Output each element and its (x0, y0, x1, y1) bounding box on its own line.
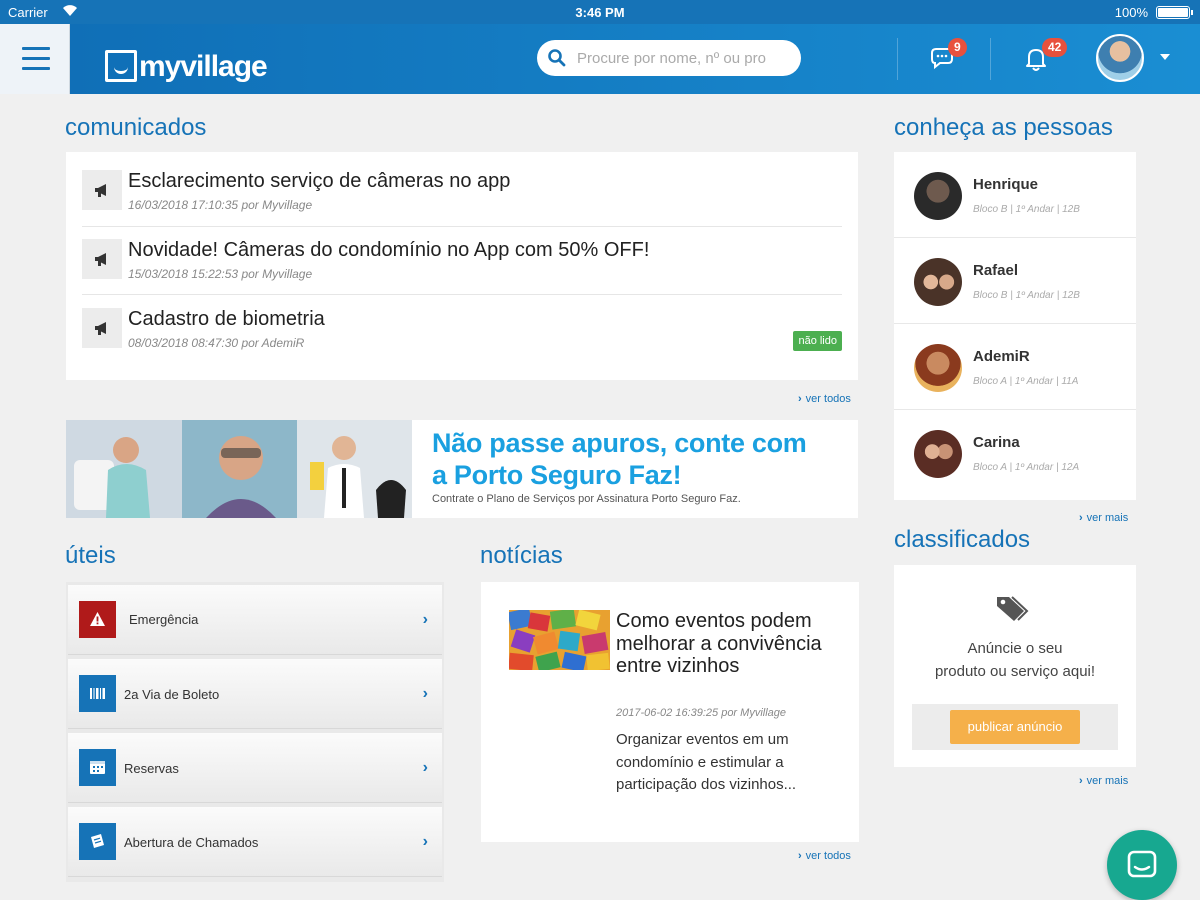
megaphone-icon (82, 308, 122, 348)
messages-badge: 9 (948, 38, 967, 57)
user-avatar[interactable] (1096, 34, 1144, 82)
notifications-button[interactable]: 42 (1022, 38, 1068, 74)
person-name: Rafael (973, 262, 1019, 279)
publish-ad-button[interactable]: publicar anúncio (950, 710, 1080, 744)
chevron-right-icon: › (422, 759, 428, 776)
utility-item-reservas[interactable]: Reservas › (68, 733, 442, 803)
logo-text: myvillage (139, 50, 268, 83)
section-title-classificados: classificados (894, 526, 1031, 553)
unread-badge: não lido (793, 331, 842, 351)
person-avatar (914, 258, 962, 306)
divider (82, 226, 842, 227)
status-bar: Carrier 3:46 PM 100% (0, 0, 1200, 24)
header-divider (990, 38, 991, 80)
clock: 3:46 PM (575, 5, 625, 20)
barcode-icon (79, 675, 116, 712)
person-unit: Bloco B | 1º Andar | 12B (973, 204, 1080, 215)
news-meta: 2017-06-02 16:39:25 por Myvillage (616, 707, 787, 719)
hamburger-menu-button[interactable] (0, 24, 70, 94)
see-more-people-link[interactable]: › ver mais (1079, 512, 1128, 524)
comunicados-card: Esclarecimento serviço de câmeras no app… (66, 152, 858, 380)
person-name: AdemiR (973, 348, 1030, 365)
announcement-meta: 16/03/2018 17:10:35 por Myvillage (128, 198, 313, 212)
logo-mark-icon (105, 50, 137, 82)
utility-item-chamados[interactable]: Abertura de Chamados › (68, 807, 442, 877)
chevron-right-icon: › (422, 833, 428, 850)
utility-label: Reservas (124, 761, 179, 776)
chevron-right-icon: › (422, 611, 428, 628)
classifieds-line1: Anúncie o seu (967, 640, 1063, 657)
person-name: Carina (973, 434, 1020, 451)
app-header: myvillage 9 42 (0, 24, 1200, 94)
news-title[interactable]: Como eventos podem melhorar a convivênci… (616, 610, 836, 678)
see-all-announcements-link[interactable]: › ver todos (798, 393, 851, 405)
utility-item-emergencia[interactable]: Emergência › (68, 585, 442, 655)
announcement-title: Novidade! Câmeras do condomínio no App c… (128, 239, 650, 261)
battery-percent: 100% (1114, 5, 1148, 20)
header-divider (897, 38, 898, 80)
section-title-comunicados: comunicados (65, 114, 207, 141)
section-title-noticias: notícias (480, 542, 563, 569)
person-unit: Bloco A | 1º Andar | 11A (973, 376, 1079, 387)
utility-label: Abertura de Chamados (124, 835, 259, 850)
utility-label: Emergência (129, 612, 199, 627)
person-name: Henrique (973, 176, 1039, 193)
ad-banner[interactable]: Não passe apuros, conte com a Porto Segu… (66, 420, 858, 518)
announcement-title: Cadastro de biometria (128, 308, 325, 330)
utility-label: 2a Via de Boleto (124, 687, 220, 702)
app-logo[interactable]: myvillage (105, 42, 268, 83)
battery-icon (1156, 6, 1193, 19)
person-item[interactable]: AdemiR Bloco A | 1º Andar | 11A (894, 324, 1136, 410)
messages-button[interactable]: 9 (928, 38, 967, 74)
person-avatar (914, 344, 962, 392)
warning-icon (79, 601, 116, 638)
chevron-down-icon[interactable] (1160, 54, 1170, 60)
megaphone-icon (82, 239, 122, 279)
section-title-uteis: úteis (65, 542, 116, 569)
utility-item-boleto[interactable]: 2a Via de Boleto › (68, 659, 442, 729)
classifieds-line2: produto ou serviço aqui! (934, 663, 1096, 680)
news-thumbnail (509, 610, 610, 670)
person-unit: Bloco A | 1º Andar | 12A (973, 462, 1080, 473)
chat-bubble-icon (1127, 850, 1157, 878)
ticket-icon (79, 823, 116, 860)
person-avatar (914, 430, 962, 478)
announcement-item[interactable]: Cadastro de biometria 08/03/2018 08:47:3… (82, 306, 842, 374)
tag-icon (997, 596, 1029, 621)
section-title-pessoas: conheça as pessoas (894, 114, 1113, 141)
see-all-news-link[interactable]: › ver todos (798, 850, 851, 862)
classifieds-card: Anúncie o seu produto ou serviço aqui! p… (894, 565, 1136, 767)
divider (82, 294, 842, 295)
person-unit: Bloco B | 1º Andar | 12B (973, 290, 1080, 301)
person-avatar (914, 172, 962, 220)
megaphone-icon (82, 170, 122, 210)
chevron-right-icon: › (422, 685, 428, 702)
search-box[interactable] (537, 40, 801, 76)
news-excerpt: Organizar eventos em um condomínio e est… (616, 731, 797, 793)
banner-photo (66, 420, 412, 518)
person-item[interactable]: Rafael Bloco B | 1º Andar | 12B (894, 238, 1136, 324)
person-item[interactable]: Carina Bloco A | 1º Andar | 12A (894, 410, 1136, 500)
banner-headline-line1: Não passe apuros, conte com (432, 428, 807, 458)
search-input[interactable] (577, 46, 792, 70)
classifieds-text: Anúncie o seu produto ou serviço aqui! (894, 637, 1136, 683)
calendar-icon (79, 749, 116, 786)
notifications-badge: 42 (1042, 38, 1068, 57)
announcement-meta: 15/03/2018 15:22:53 por Myvillage (128, 267, 313, 281)
see-more-classifieds-link[interactable]: › ver mais (1079, 775, 1128, 787)
announcement-meta: 08/03/2018 08:47:30 por AdemiR (128, 336, 305, 350)
chat-support-button[interactable] (1107, 830, 1177, 900)
publish-box: publicar anúncio (912, 704, 1118, 750)
banner-subtext: Contrate o Plano de Serviços por Assinat… (432, 493, 741, 505)
announcement-title: Esclarecimento serviço de câmeras no app (128, 170, 511, 192)
search-icon (548, 49, 566, 67)
person-item[interactable]: Henrique Bloco B | 1º Andar | 12B (894, 152, 1136, 238)
banner-headline-line2: a Porto Seguro Faz! (432, 460, 682, 490)
